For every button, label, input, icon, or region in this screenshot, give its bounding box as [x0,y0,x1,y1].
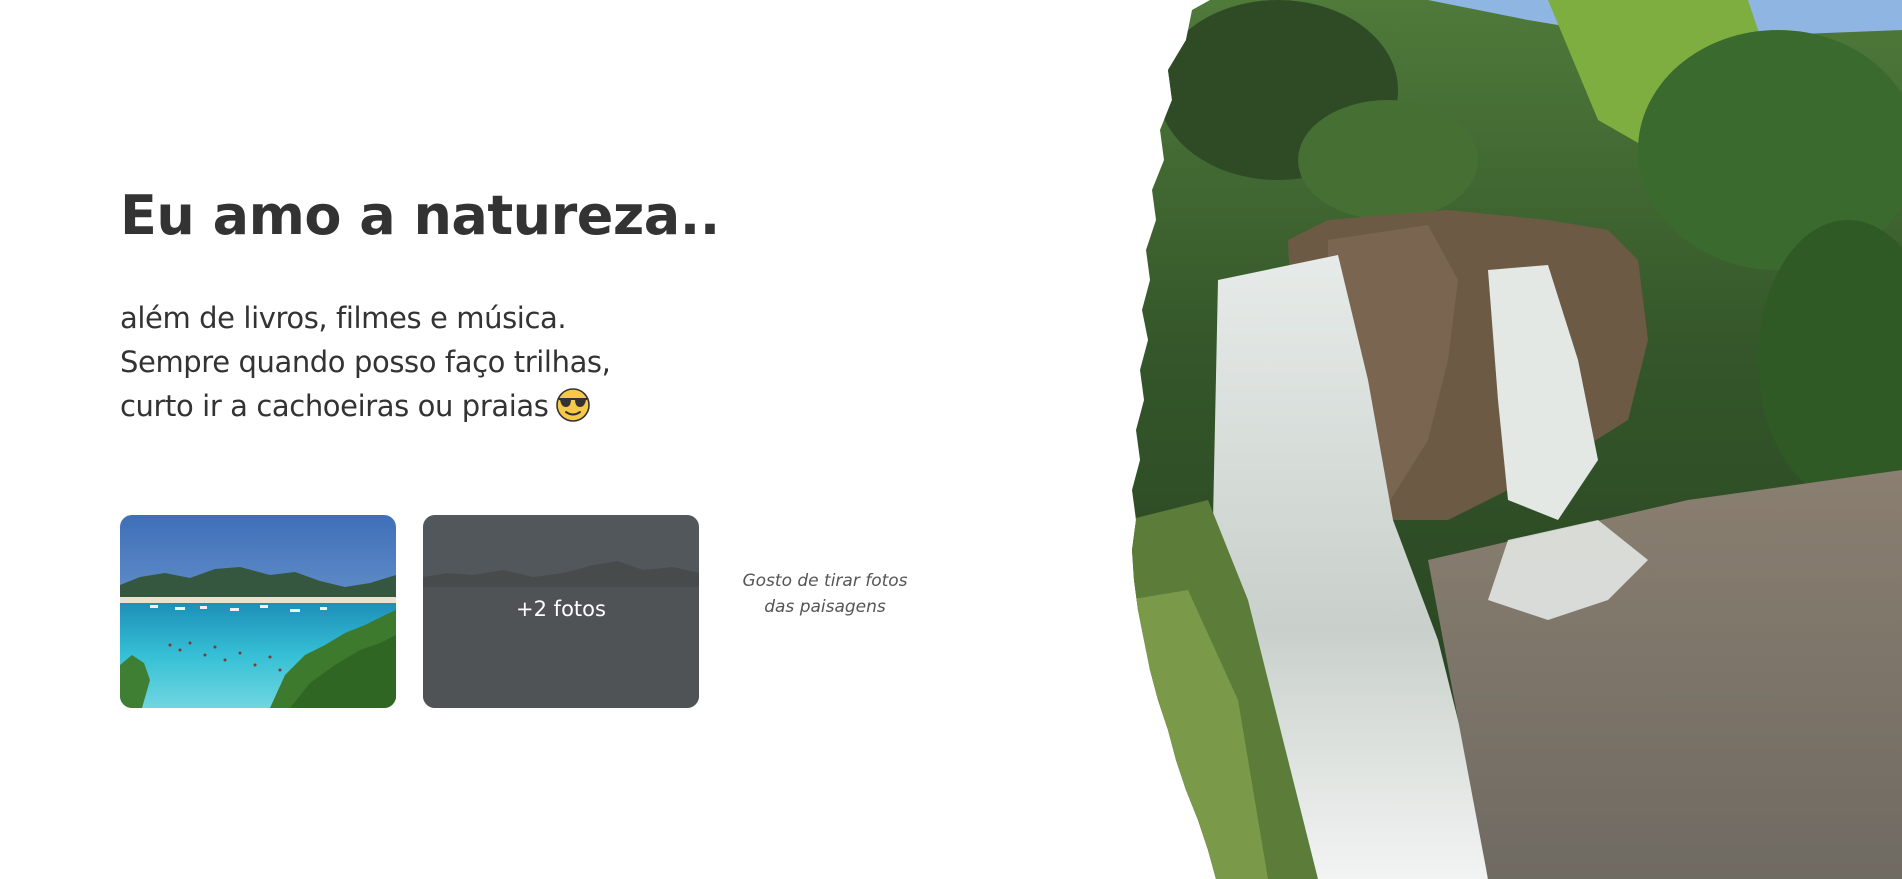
sunglasses-emoji-icon [556,388,591,422]
page-title: Eu amo a natureza.. [120,184,720,247]
more-photos-label: +2 fotos [516,597,606,621]
gallery-caption-line-1: Gosto de tirar fotos [742,571,908,591]
beach-photo-image [120,515,396,708]
waterfall-hero-image [1132,0,1902,879]
description-line-3-text: curto ir a cachoeiras ou praias [120,389,549,423]
description-line-3: curto ir a cachoeiras ou praias [120,384,720,428]
gallery-caption-line-2: das paisagens [764,597,886,617]
beach-photo-thumbnail[interactable] [120,515,396,708]
about-nature-section: Eu amo a natureza.. além de livros, film… [0,0,1902,879]
more-photos-thumbnail[interactable]: +2 fotos [423,515,699,708]
description: além de livros, filmes e música. Sempre … [120,296,720,428]
description-line-1: além de livros, filmes e música. [120,301,567,335]
gallery-caption: Gosto de tirar fotos das paisagens [720,568,930,620]
description-line-2: Sempre quando posso faço trilhas, [120,345,611,379]
